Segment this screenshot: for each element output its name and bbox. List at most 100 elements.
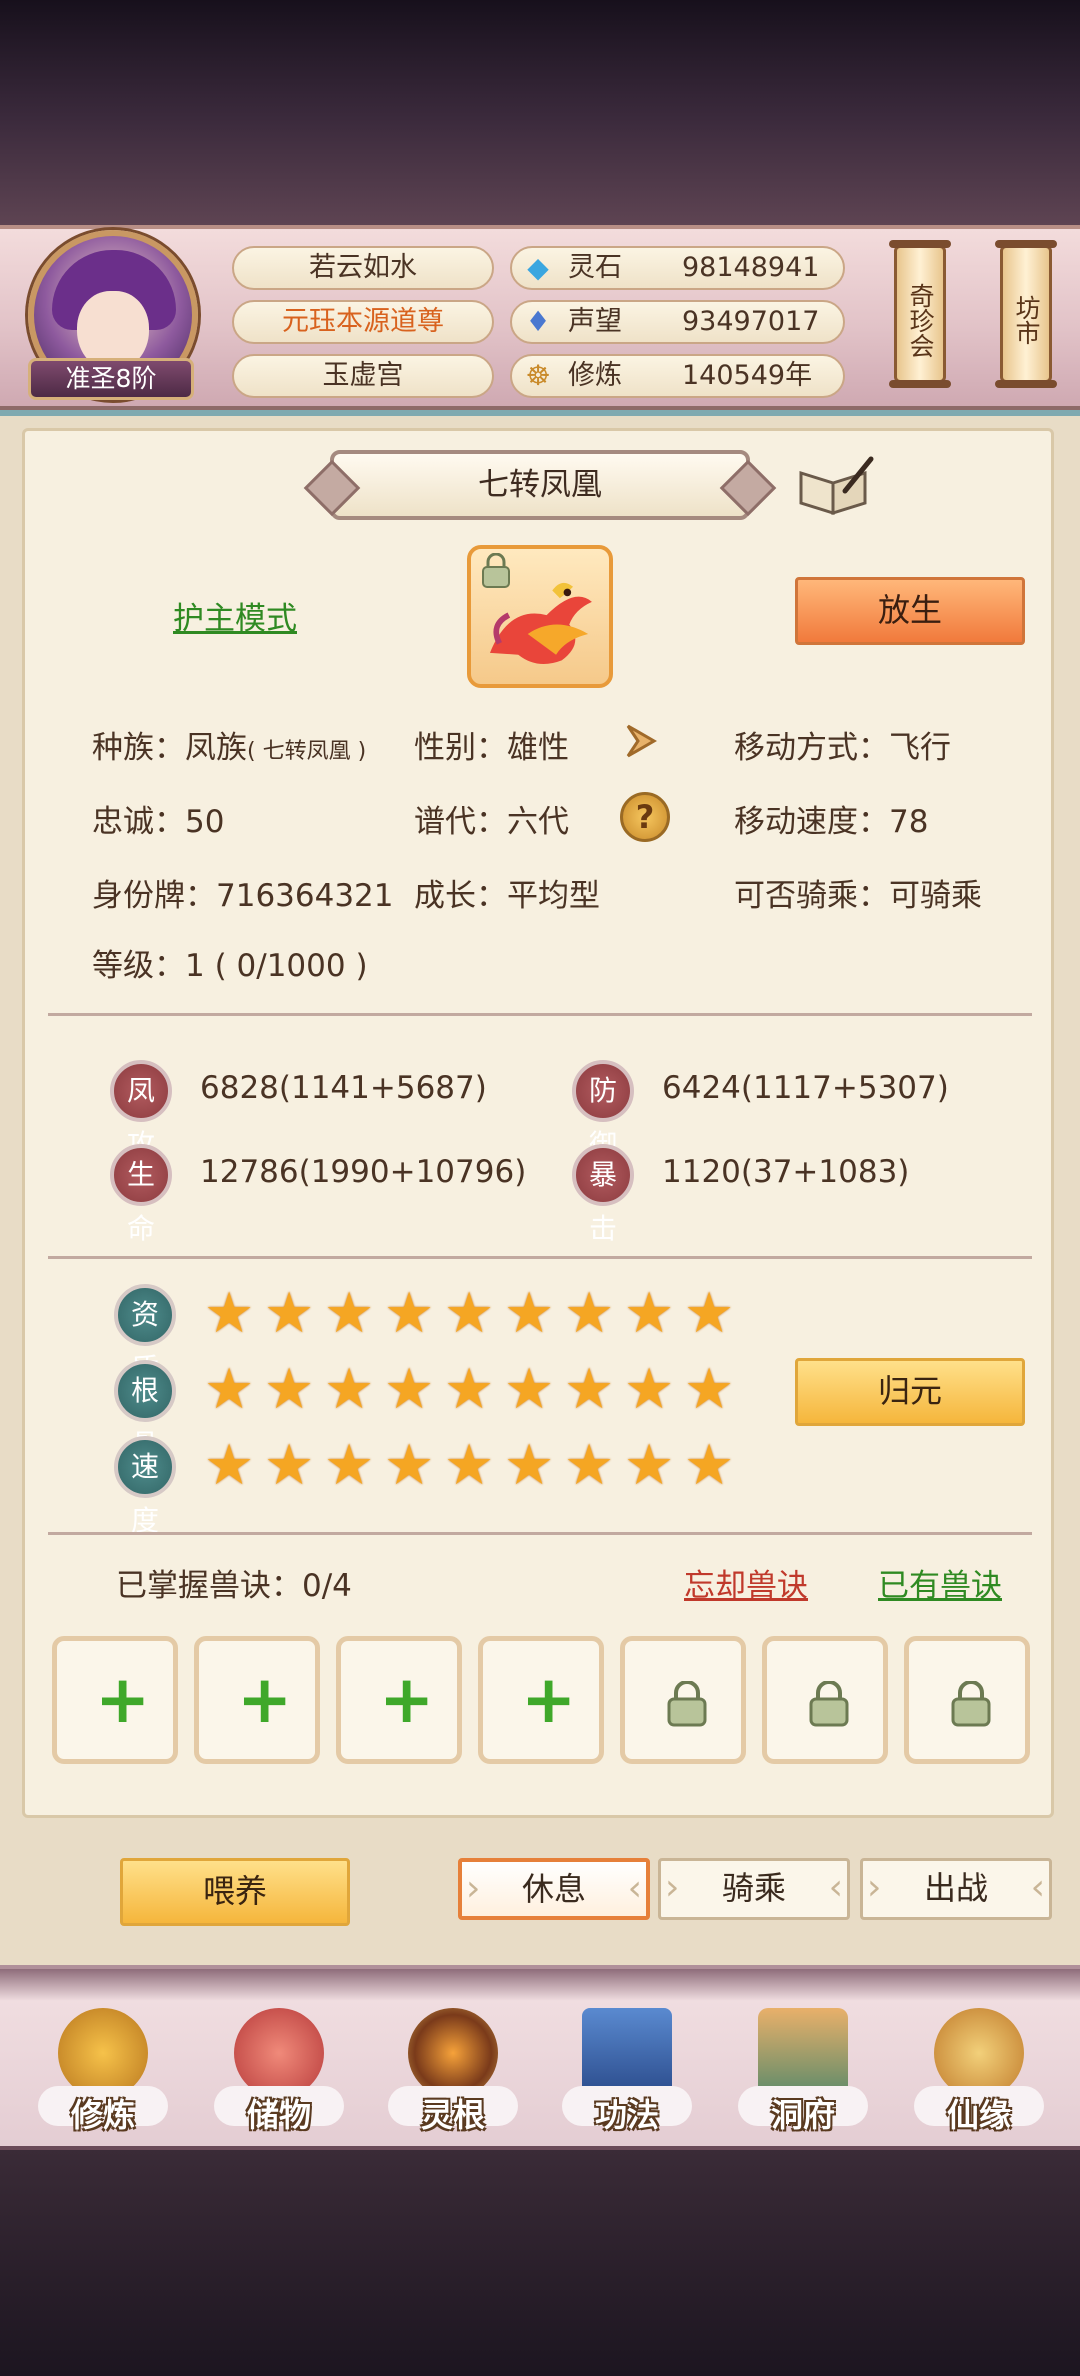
guard-mode-link[interactable]: 护主模式	[173, 593, 297, 638]
nav-cultivate[interactable]: 修炼	[28, 1998, 178, 2148]
plus-icon: +	[521, 1661, 577, 1738]
star-icon: ★	[624, 1281, 675, 1346]
star-icon: ★	[384, 1281, 435, 1346]
aptitude-stars: ★ ★ ★ ★ ★ ★ ★ ★ ★	[204, 1286, 764, 1346]
spirit-stone-icon: ◆	[527, 251, 549, 284]
aptitude-badge: 资质	[114, 1284, 176, 1385]
stat-value: 140549年	[682, 360, 813, 391]
reputation-icon: ♦	[525, 305, 551, 338]
stat-cultivation: ☸ 修炼 140549年	[510, 354, 845, 398]
cultivate-icon	[58, 2008, 148, 2098]
bottom-background	[0, 2150, 1080, 2376]
star-icon: ★	[324, 1281, 375, 1346]
hp-badge: 生命	[110, 1144, 172, 1245]
hp-value: 12786(1990+10796)	[200, 1154, 527, 1190]
defense-value: 6424(1117+5307)	[662, 1070, 949, 1106]
tab-ride[interactable]: 骑乘	[658, 1858, 850, 1920]
pet-rideable: 可否骑乘：可骑乘	[734, 878, 982, 914]
star-icon: ★	[444, 1433, 495, 1498]
pet-growth: 成长：平均型	[414, 878, 600, 914]
lock-icon	[667, 1681, 707, 1727]
defense-badge: 防御	[572, 1060, 634, 1161]
pet-id-tag: 身份牌：716364321	[92, 878, 394, 914]
feed-button[interactable]: 喂养	[120, 1858, 350, 1926]
help-icon[interactable]: ?	[620, 792, 670, 842]
pet-move-type: 移动方式：飞行	[734, 730, 951, 766]
race-sub: ( 七转凤凰 )	[247, 739, 367, 764]
reset-button[interactable]: 归元	[795, 1358, 1025, 1426]
gourd-icon	[934, 2008, 1024, 2098]
owned-skills-link[interactable]: 已有兽诀	[878, 1560, 1002, 1605]
bone-badge: 根骨	[114, 1360, 176, 1461]
crit-badge: 暴击	[572, 1144, 634, 1245]
star-icon: ★	[564, 1357, 615, 1422]
spirit-root-icon	[408, 2008, 498, 2098]
stat-name: 声望	[568, 306, 622, 337]
divider	[48, 1256, 1032, 1259]
skill-slot-locked[interactable]	[904, 1636, 1030, 1764]
speed-stars: ★ ★ ★ ★ ★ ★ ★ ★ ★	[204, 1438, 764, 1498]
skills-mastered: 已掌握兽诀：0/4	[116, 1568, 352, 1604]
skill-slot-add[interactable]: +	[478, 1636, 604, 1764]
stat-spirit-stone: ◆ 灵石 98148941	[510, 246, 845, 290]
skill-slot-locked[interactable]	[762, 1636, 888, 1764]
pet-level: 等级：1 ( 0/1000 )	[92, 948, 368, 984]
attack-badge: 凤攻	[110, 1060, 172, 1161]
player-title: 元珏本源道尊	[232, 300, 494, 344]
star-icon: ★	[264, 1433, 315, 1498]
star-icon: ★	[444, 1281, 495, 1346]
pet-race: 种族：凤族( 七转凤凰 )	[92, 722, 366, 767]
stat-name: 灵石	[568, 252, 622, 283]
crit-value: 1120(37+1083)	[662, 1154, 910, 1190]
star-icon: ★	[384, 1433, 435, 1498]
star-icon: ★	[684, 1433, 735, 1498]
rank-badge: 准圣8阶	[28, 358, 194, 400]
nav-spirit-root[interactable]: 灵根	[378, 1998, 528, 2148]
star-icon: ★	[504, 1281, 555, 1346]
tab-rest[interactable]: 休息	[458, 1858, 650, 1920]
cultivation-icon: ☸	[525, 359, 551, 392]
star-icon: ★	[684, 1281, 735, 1346]
nav-techniques[interactable]: 功法	[552, 1998, 702, 2148]
nav-fate[interactable]: 仙缘	[904, 1998, 1054, 2148]
gender-arrow-icon[interactable]	[618, 716, 668, 766]
star-icon: ★	[324, 1433, 375, 1498]
nav-label: 灵根	[420, 2096, 485, 2134]
storage-bag-icon	[234, 2008, 324, 2098]
speed-badge: 速度	[114, 1436, 176, 1537]
nav-label: 储物	[246, 2096, 311, 2134]
market-button[interactable]: 坊市	[995, 240, 1057, 388]
stat-value: 93497017	[682, 306, 820, 337]
star-icon: ★	[624, 1433, 675, 1498]
skill-slot-add[interactable]: +	[336, 1636, 462, 1764]
player-sect: 玉虚宫	[232, 354, 494, 398]
pet-loyalty: 忠诚：50	[92, 804, 225, 840]
nav-label: 洞府	[770, 2096, 835, 2134]
skill-slot-locked[interactable]	[620, 1636, 746, 1764]
nav-storage[interactable]: 储物	[204, 1998, 354, 2148]
skill-slot-add[interactable]: +	[194, 1636, 320, 1764]
plus-icon: +	[95, 1661, 151, 1738]
star-icon: ★	[564, 1281, 615, 1346]
forget-skill-link[interactable]: 忘却兽诀	[684, 1560, 808, 1605]
release-button[interactable]: 放生	[795, 577, 1025, 645]
lock-icon	[951, 1681, 991, 1727]
stat-value: 98148941	[682, 252, 820, 283]
star-icon: ★	[564, 1433, 615, 1498]
star-icon: ★	[624, 1357, 675, 1422]
bone-stars: ★ ★ ★ ★ ★ ★ ★ ★ ★	[204, 1362, 764, 1422]
skill-slot-add[interactable]: +	[52, 1636, 178, 1764]
star-icon: ★	[264, 1357, 315, 1422]
nav-label: 功法	[594, 2096, 659, 2134]
pet-move-speed: 移动速度：78	[734, 804, 929, 840]
stat-reputation: ♦ 声望 93497017	[510, 300, 845, 344]
lock-icon	[482, 553, 510, 588]
treasure-fair-button[interactable]: 奇珍会	[889, 240, 951, 388]
pet-portrait[interactable]	[467, 545, 613, 688]
nav-cave[interactable]: 洞府	[728, 1998, 878, 2148]
tab-battle[interactable]: 出战	[860, 1858, 1052, 1920]
plus-icon: +	[237, 1661, 293, 1738]
book-quill-icon[interactable]	[795, 455, 875, 519]
divider	[48, 1532, 1032, 1535]
star-icon: ★	[324, 1357, 375, 1422]
